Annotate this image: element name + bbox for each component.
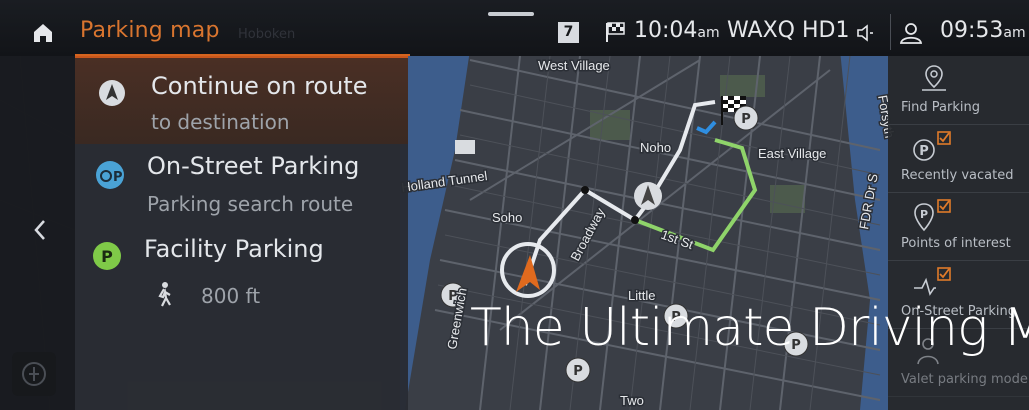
filter-label: Recently vacated [901,168,1014,183]
screen: P P P P P West Village Noho East Village So… [0,0,1029,410]
pull-down-handle[interactable] [488,12,534,16]
radio-station[interactable]: WAXQ HD1 [727,18,849,43]
navigation-arrow-icon [99,80,125,106]
map-location-faint: Hoboken [238,27,296,42]
map-label: Soho [492,210,522,225]
parking-poi-icon: P [914,199,951,232]
home-icon[interactable] [30,20,56,46]
filter-label: Find Parking [901,100,980,115]
filter-recently-vacated[interactable]: P Recently vacated [888,124,1029,193]
parking-icon: P [913,131,951,161]
svg-text:P: P [573,364,583,379]
parking-search-icon: P [96,161,124,189]
svg-text:P: P [113,170,123,185]
menu-item-title: On-Street Parking [147,152,360,180]
street-parking-icon [914,267,951,296]
user-profile-icon[interactable] [898,20,924,46]
arrival-time: 10:04am [634,18,720,43]
map-label: East Village [758,146,826,161]
chevron-left-icon[interactable] [32,218,48,242]
menu-item-subtitle: to destination [151,110,290,134]
svg-text:P: P [920,208,928,221]
menu-item-subtitle: Parking search route [147,192,354,216]
walking-person-icon [158,282,171,307]
walking-distance: 800 ft [201,284,261,308]
speaker-icon[interactable] [855,23,875,43]
menu-item-facility-parking[interactable]: P Facility Parking 800 ft [75,229,408,319]
parking-facility-icon: P [93,242,121,270]
svg-text:P: P [741,112,751,127]
checkered-flag-icon [606,22,625,42]
traffic-badge: 7 [558,22,579,43]
filter-points-of-interest[interactable]: P Points of interest [888,192,1029,261]
filter-label: Valet parking mode [901,372,1028,387]
svg-text:P: P [101,247,113,266]
menu-item-title: Facility Parking [144,235,324,263]
filter-label: Points of interest [901,236,1011,251]
menu-item-continue-route[interactable]: Continue on route to destination [75,56,408,144]
clock: 09:53am [940,18,1026,43]
menu-item-on-street-parking[interactable]: P On-Street Parking Parking search route [75,144,408,229]
map-label: Two [620,393,644,408]
map-label: Noho [640,140,671,155]
find-parking-icon [922,65,946,91]
parking-options-menu: Continue on route to destination P On-St… [75,56,408,410]
divider [890,14,891,50]
svg-text:P: P [919,144,929,159]
page-title: Parking map [80,18,220,43]
driving-assist-icon[interactable] [12,352,56,396]
brand-watermark: The Ultimate Driving M [470,298,1029,358]
map-label: West Village [538,58,610,73]
status-bar: Parking map Hoboken 7 10:04am WAXQ HD1 0… [0,0,1029,56]
filter-find-parking[interactable]: Find Parking [888,56,1029,125]
menu-item-title: Continue on route [151,72,368,100]
